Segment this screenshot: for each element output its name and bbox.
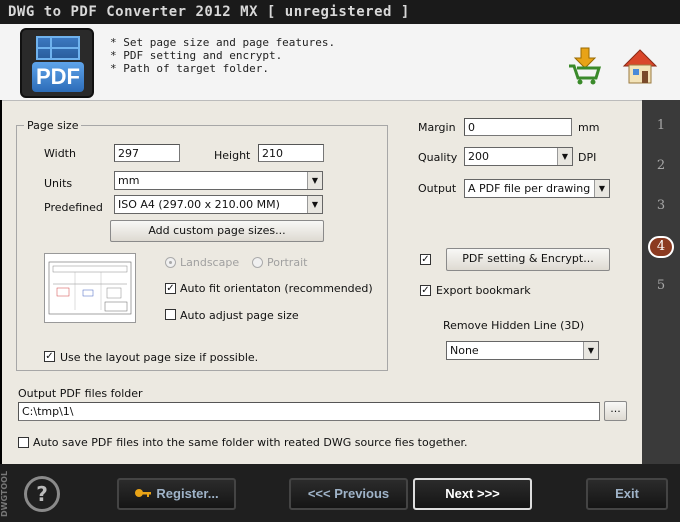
drawing-preview-icon	[48, 261, 132, 315]
page-preview	[44, 253, 136, 323]
export-bookmark-checkbox[interactable]: ✓	[420, 285, 431, 296]
margin-unit: mm	[578, 121, 600, 134]
predefined-value: ISO A4 (297.00 x 210.00 MM)	[118, 198, 280, 211]
quality-label: Quality	[418, 151, 458, 164]
exit-button[interactable]: Exit	[586, 478, 668, 510]
use-layout-checkbox[interactable]: ✓	[44, 351, 55, 362]
pdf-setting-encrypt-button[interactable]: PDF setting & Encrypt...	[446, 248, 610, 271]
auto-fit-label: Auto fit orientaton (recommended)	[180, 282, 373, 295]
tip-line: * Set page size and page features.	[110, 36, 336, 49]
units-value: mm	[118, 174, 140, 187]
drawing-grid-icon	[36, 36, 80, 60]
page-size-title: Page size	[24, 119, 82, 132]
pdf-setting-checkbox[interactable]: ✓	[420, 254, 431, 265]
output-folder-input[interactable]: C:\tmp\1\	[18, 402, 600, 421]
header: PDF * Set page size and page features. *…	[0, 24, 680, 100]
auto-save-label: Auto save PDF files into the same folder…	[33, 436, 468, 449]
remove-hidden-line-value: None	[450, 344, 479, 357]
add-custom-page-sizes-button[interactable]: Add custom page sizes...	[110, 220, 324, 242]
tip-line: * Path of target folder.	[110, 62, 269, 75]
margin-input[interactable]: 0	[464, 118, 572, 136]
next-button[interactable]: Next >>>	[413, 478, 532, 510]
output-value: A PDF file per drawing	[468, 182, 591, 195]
portrait-radio[interactable]	[252, 257, 263, 268]
units-label: Units	[44, 177, 73, 190]
quality-value: 200	[468, 150, 489, 163]
footer-bar: ? Register... <<< Previous Next >>> Exit	[0, 464, 680, 522]
output-folder-label: Output PDF files folder	[18, 387, 143, 400]
step-5[interactable]: 5	[642, 278, 680, 293]
height-input[interactable]: 210	[258, 144, 324, 162]
output-select[interactable]: A PDF file per drawing ▼	[464, 179, 610, 198]
steps-sidebar: 1 2 3 4 5	[642, 100, 680, 464]
predefined-select[interactable]: ISO A4 (297.00 x 210.00 MM) ▼	[114, 195, 323, 214]
step-3[interactable]: 3	[642, 198, 680, 213]
step-4-active[interactable]: 4	[648, 236, 674, 258]
auto-save-checkbox[interactable]	[18, 437, 29, 448]
use-layout-label: Use the layout page size if possible.	[60, 351, 259, 364]
landscape-radio[interactable]	[165, 257, 176, 268]
output-label: Output	[418, 182, 457, 195]
export-bookmark-label: Export bookmark	[436, 284, 531, 297]
step-1[interactable]: 1	[642, 118, 680, 133]
shopping-cart-download-icon[interactable]	[565, 46, 605, 86]
help-icon[interactable]: ?	[24, 476, 60, 512]
units-select[interactable]: mm ▼	[114, 171, 323, 190]
chevron-down-icon[interactable]: ▼	[594, 180, 609, 197]
auto-adjust-label: Auto adjust page size	[180, 309, 299, 322]
key-icon	[135, 489, 152, 497]
chevron-down-icon[interactable]: ▼	[557, 148, 572, 165]
app-logo: PDF	[20, 28, 94, 98]
page-size-group	[16, 125, 388, 371]
chevron-down-icon[interactable]: ▼	[307, 172, 322, 189]
browse-folder-button[interactable]: ...	[604, 401, 627, 421]
window-title: DWG to PDF Converter 2012 MX [ unregiste…	[0, 0, 680, 24]
register-button[interactable]: Register...	[117, 478, 236, 510]
remove-hidden-line-select[interactable]: None ▼	[446, 341, 599, 360]
chevron-down-icon[interactable]: ▼	[307, 196, 322, 213]
portrait-label: Portrait	[267, 256, 308, 269]
logo-text: PDF	[32, 62, 84, 92]
tips-list: * Set page size and page features. * PDF…	[110, 36, 335, 75]
width-label: Width	[44, 147, 76, 160]
margin-label: Margin	[418, 121, 456, 134]
remove-hidden-line-label: Remove Hidden Line (3D)	[443, 319, 585, 332]
quality-unit: DPI	[578, 151, 597, 164]
tip-line: * PDF setting and encrypt.	[110, 49, 283, 62]
predefined-label: Predefined	[44, 201, 103, 214]
chevron-down-icon[interactable]: ▼	[583, 342, 598, 359]
brand-label: DWGTOOL	[0, 470, 9, 518]
height-label: Height	[214, 149, 251, 162]
home-icon[interactable]	[620, 46, 660, 86]
register-label: Register...	[156, 486, 219, 501]
previous-button[interactable]: <<< Previous	[289, 478, 408, 510]
quality-select[interactable]: 200 ▼	[464, 147, 573, 166]
step-2[interactable]: 2	[642, 158, 680, 173]
landscape-label: Landscape	[180, 256, 240, 269]
width-input[interactable]: 297	[114, 144, 180, 162]
main-panel: Page size Width 297 Height 210 Units mm …	[2, 100, 642, 464]
auto-adjust-checkbox[interactable]	[165, 309, 176, 320]
auto-fit-checkbox[interactable]: ✓	[165, 283, 176, 294]
